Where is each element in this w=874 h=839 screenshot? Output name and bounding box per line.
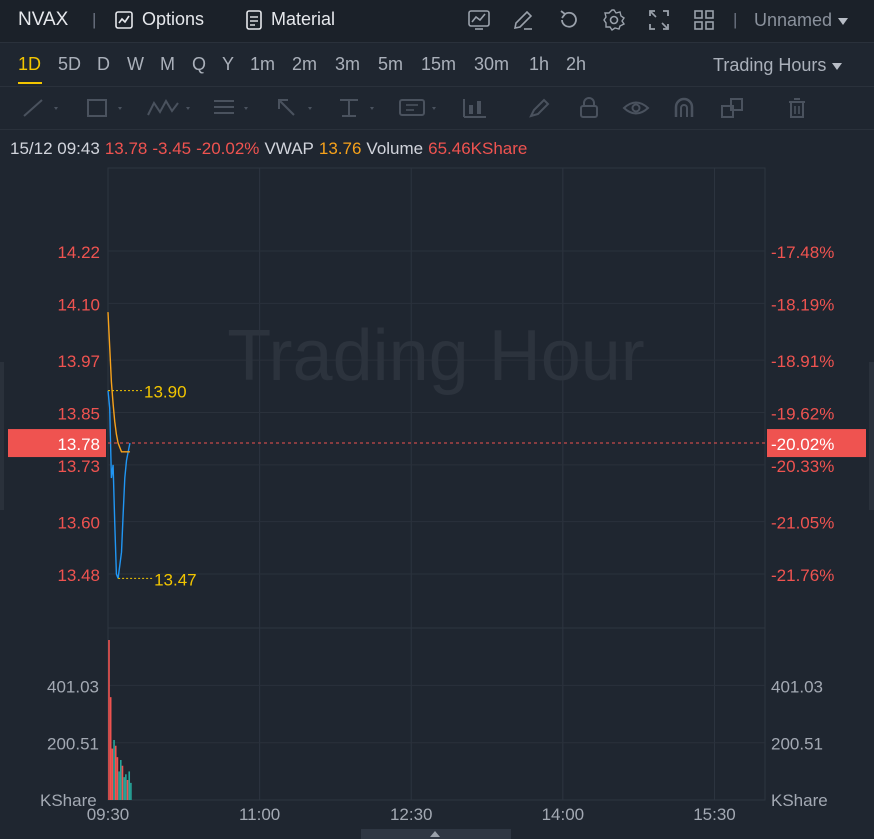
volume-bar xyxy=(108,640,110,800)
price-tick-label: 13.85 xyxy=(57,405,100,424)
pct-tick-label: -19.62% xyxy=(771,405,834,424)
price-tick-label: 13.97 xyxy=(57,352,100,371)
volume-bar xyxy=(128,771,131,800)
right-scroll-handle[interactable] xyxy=(869,362,874,510)
volume-bars xyxy=(108,640,132,800)
volume-bar xyxy=(114,745,117,800)
bottom-panel-toggle[interactable] xyxy=(361,829,511,839)
volume-unit-label: KShare xyxy=(771,791,828,810)
volume-bar xyxy=(113,740,115,800)
price-tick-label: 13.60 xyxy=(57,514,100,533)
price-tick-label: 14.10 xyxy=(57,295,100,314)
price-line xyxy=(107,390,131,579)
volume-tick-label: 200.51 xyxy=(771,735,823,754)
intraday-chart[interactable]: Trading Hour 09:30 11:00 12:30 14:00 15:3014… xyxy=(0,0,874,839)
time-tick-label: 15:30 xyxy=(693,805,736,824)
volume-unit-label: KShare xyxy=(40,791,97,810)
current-pct-tag-text: -20.02% xyxy=(771,435,834,454)
volume-bar xyxy=(118,771,120,800)
plot-frame xyxy=(107,167,766,801)
price-tick-label: 13.48 xyxy=(57,566,100,585)
volume-bar xyxy=(119,760,122,800)
pct-tick-label: -21.05% xyxy=(771,514,834,533)
volume-bar xyxy=(123,777,125,800)
left-scroll-handle[interactable] xyxy=(0,362,4,510)
time-tick-label: 11:00 xyxy=(239,805,280,824)
volume-tick-label: 401.03 xyxy=(771,677,823,696)
volume-bar xyxy=(121,765,124,800)
volume-bar xyxy=(130,782,132,800)
pct-tick-label: -20.33% xyxy=(771,457,834,476)
volume-bar xyxy=(126,780,129,800)
pct-tick-label: -21.76% xyxy=(771,566,834,585)
time-tick-label: 14:00 xyxy=(542,805,585,824)
high-marker-label: 13.90 xyxy=(144,383,187,402)
low-marker-label: 13.47 xyxy=(154,570,197,589)
pct-tick-label: -18.19% xyxy=(771,295,834,314)
vwap-line xyxy=(107,312,130,453)
chart-watermark: Trading Hour xyxy=(227,316,645,396)
volume-tick-label: 401.03 xyxy=(47,677,99,696)
volume-tick-label: 200.51 xyxy=(47,735,99,754)
time-tick-label: 12:30 xyxy=(390,805,433,824)
chart-grid xyxy=(107,167,766,801)
volume-bar xyxy=(111,748,114,800)
chevron-up-icon xyxy=(430,831,440,837)
pct-tick-label: -18.91% xyxy=(771,352,834,371)
price-tick-label: 14.22 xyxy=(57,243,100,262)
pct-tick-label: -17.48% xyxy=(771,243,834,262)
volume-bar xyxy=(109,697,112,800)
price-tick-label: 13.73 xyxy=(57,457,100,476)
volume-bar xyxy=(116,757,119,800)
volume-bar xyxy=(125,774,127,800)
current-price-tag-text: 13.78 xyxy=(57,435,100,454)
